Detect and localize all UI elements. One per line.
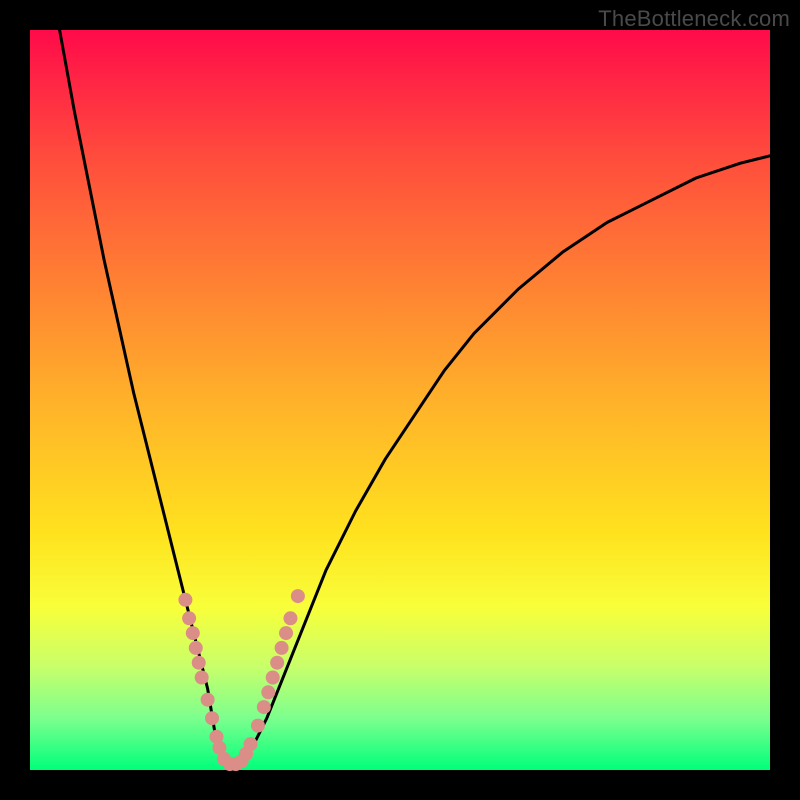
marker-dot bbox=[189, 641, 203, 655]
marker-dot bbox=[251, 719, 265, 733]
chart-svg bbox=[30, 30, 770, 770]
marker-dot bbox=[279, 626, 293, 640]
marker-dot bbox=[257, 700, 271, 714]
marker-dot bbox=[192, 656, 206, 670]
marker-dot bbox=[186, 626, 200, 640]
plot-area bbox=[30, 30, 770, 770]
marker-dot bbox=[178, 593, 192, 607]
marker-dot bbox=[244, 737, 258, 751]
marker-dot bbox=[261, 685, 275, 699]
bottleneck-curve bbox=[60, 30, 770, 766]
marker-dot bbox=[201, 693, 215, 707]
marker-dot bbox=[270, 656, 284, 670]
marker-dot bbox=[205, 711, 219, 725]
chart-frame: TheBottleneck.com bbox=[0, 0, 800, 800]
marker-dot bbox=[182, 611, 196, 625]
marker-dot bbox=[275, 641, 289, 655]
marker-group bbox=[178, 589, 304, 771]
marker-dot bbox=[195, 671, 209, 685]
marker-dot bbox=[266, 671, 280, 685]
curve-group bbox=[60, 30, 770, 766]
marker-dot bbox=[283, 611, 297, 625]
marker-dot bbox=[291, 589, 305, 603]
watermark-text: TheBottleneck.com bbox=[598, 6, 790, 32]
